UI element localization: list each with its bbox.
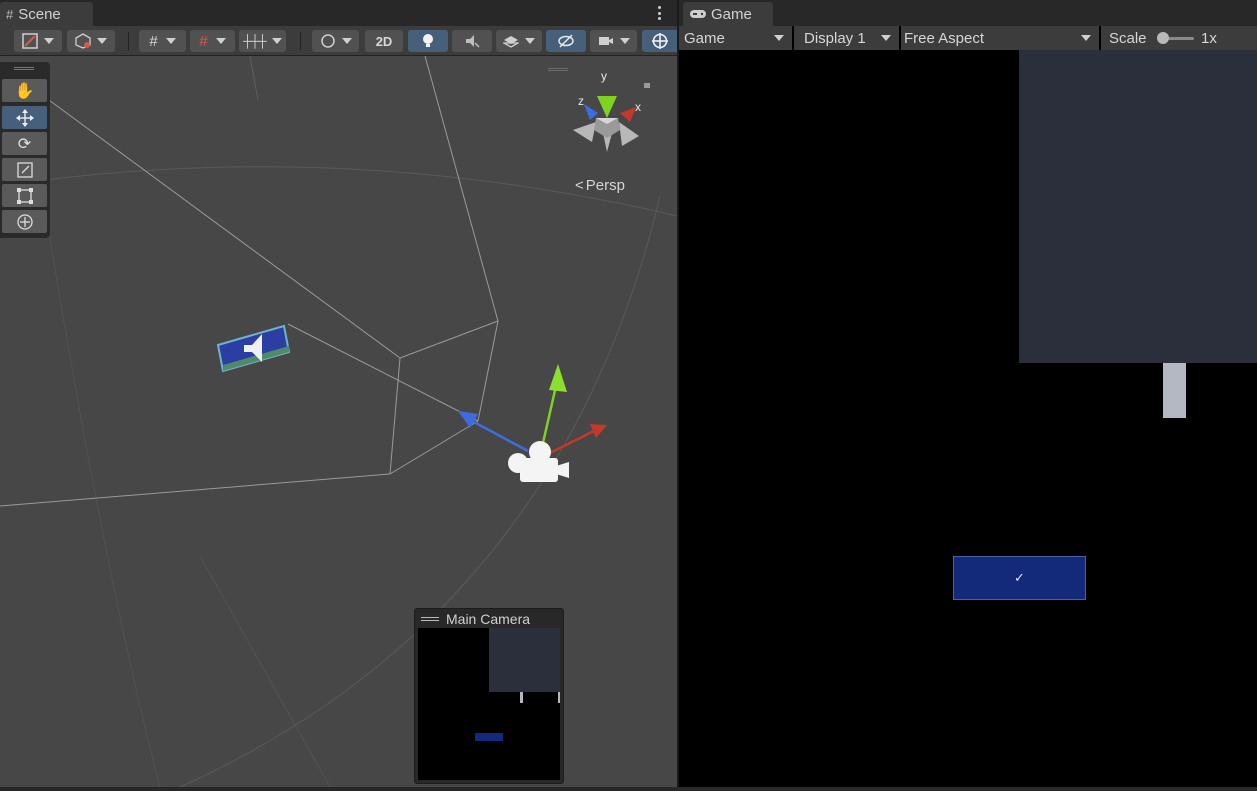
- cube-icon: [75, 33, 91, 49]
- game-ui-panel: [1019, 50, 1257, 363]
- game-ui-button[interactable]: ✓: [953, 556, 1086, 600]
- gizmo-icon: [651, 33, 668, 49]
- scale-slider-thumb[interactable]: [1157, 32, 1169, 44]
- gizmo-z-label: z: [578, 94, 584, 108]
- scene-tab-bar: # Scene: [0, 0, 677, 26]
- rect-tool-button[interactable]: [2, 184, 47, 207]
- bottom-status-bar: [0, 787, 1257, 791]
- tab-game[interactable]: Game: [683, 2, 773, 26]
- hand-tool-button[interactable]: ✋: [2, 79, 47, 102]
- increment-snap-dropdown[interactable]: #: [190, 30, 235, 52]
- shading-dropdown[interactable]: [67, 30, 115, 52]
- game-mode-value: Game: [684, 29, 725, 47]
- tab-scene[interactable]: # Scene: [0, 2, 93, 26]
- scale-control: Scale 1x: [1101, 26, 1257, 50]
- camera-preview-overlay[interactable]: Main Camera: [414, 608, 564, 784]
- scene-view-panel[interactable]: y z x < Persp # Scene # # ┼┼┼ 2D ✋ ⟳ Mai…: [0, 0, 677, 787]
- move-icon: [15, 108, 34, 127]
- game-view-panel[interactable]: Game Game Display 1 Free Aspect Scale 1x…: [679, 0, 1257, 787]
- lightbulb-icon: [423, 34, 433, 47]
- tab-game-label: Game: [711, 5, 752, 23]
- visibility-icon: [558, 34, 574, 48]
- audio-toggle-button[interactable]: [452, 30, 492, 52]
- preview-ui-button: [475, 733, 503, 741]
- camera-settings-dropdown[interactable]: [590, 30, 637, 52]
- tab-scene-label: Scene: [18, 5, 61, 23]
- camera-icon: [598, 37, 613, 45]
- lighting-toggle-button[interactable]: [408, 30, 448, 52]
- projection-toggle[interactable]: < Persp: [575, 177, 625, 194]
- draw-mode-dropdown[interactable]: [14, 30, 62, 52]
- camera-preview-view: [418, 628, 560, 780]
- tool-palette: ✋ ⟳: [0, 62, 50, 238]
- grid-snap-icon: #: [149, 32, 158, 50]
- gizmo-drag-handle[interactable]: [548, 68, 568, 71]
- game-controller-icon: [690, 10, 706, 18]
- camera-preview-header[interactable]: Main Camera: [415, 609, 563, 628]
- effects-dropdown[interactable]: [496, 30, 542, 52]
- preview-ui-panel: [489, 628, 560, 692]
- gizmos-toggle-button[interactable]: [642, 30, 677, 52]
- effects-icon: [503, 36, 519, 48]
- shading-mode-icon: [22, 33, 38, 49]
- magnet-grid-icon: #: [199, 32, 208, 50]
- drag-handle-icon: [421, 616, 439, 621]
- more-menu-icon[interactable]: [654, 5, 664, 21]
- sphere-icon: [320, 34, 335, 48]
- grid-settings-dropdown[interactable]: ┼┼┼: [239, 30, 286, 52]
- game-mode-dropdown[interactable]: Game: [679, 26, 792, 50]
- scene-viewport[interactable]: [0, 56, 677, 787]
- grid-snap-dropdown[interactable]: #: [139, 30, 186, 52]
- gizmo-x-label: x: [635, 100, 641, 114]
- rect-icon: [16, 187, 33, 204]
- rotate-tool-button[interactable]: ⟳: [2, 132, 47, 155]
- aspect-value: Free Aspect: [904, 29, 985, 47]
- palette-drag-handle[interactable]: [14, 67, 34, 70]
- hand-icon: ✋: [14, 82, 35, 100]
- aspect-dropdown[interactable]: Free Aspect: [901, 26, 1099, 50]
- check-icon: ✓: [1014, 570, 1025, 585]
- scene-visibility-toggle[interactable]: [546, 30, 586, 52]
- ruler-icon: ┼┼┼: [243, 34, 266, 48]
- display-dropdown[interactable]: Display 1: [794, 26, 899, 50]
- game-ui-bar: [1163, 363, 1186, 418]
- scale-value: 1x: [1201, 30, 1217, 47]
- scene-toolbar: # # ┼┼┼ 2D: [0, 26, 677, 56]
- camera-preview-title: Main Camera: [446, 610, 531, 627]
- scale-icon: [16, 161, 33, 178]
- preview-ui-bar: [520, 692, 523, 703]
- 2d-toggle-button[interactable]: 2D: [365, 30, 403, 52]
- grid-icon: #: [6, 6, 14, 22]
- scale-label: Scale: [1109, 29, 1147, 47]
- move-tool-button[interactable]: [2, 106, 47, 129]
- audio-mute-icon: [466, 35, 480, 48]
- gizmo-y-label: y: [601, 69, 607, 83]
- rotate-icon: ⟳: [17, 135, 32, 153]
- scale-tool-button[interactable]: [2, 158, 47, 181]
- orientation-gizmo[interactable]: [573, 83, 650, 152]
- render-mode-dropdown[interactable]: [312, 30, 359, 52]
- game-tab-bar: Game: [679, 0, 1257, 26]
- preview-ui-bar-edge: [558, 692, 560, 703]
- chevron-left-icon: <: [575, 177, 584, 194]
- audio-source-object[interactable]: [216, 324, 291, 373]
- projection-label: Persp: [585, 177, 625, 194]
- transform-icon: [16, 213, 33, 230]
- display-value: Display 1: [804, 29, 866, 47]
- transform-tool-button[interactable]: [2, 210, 47, 233]
